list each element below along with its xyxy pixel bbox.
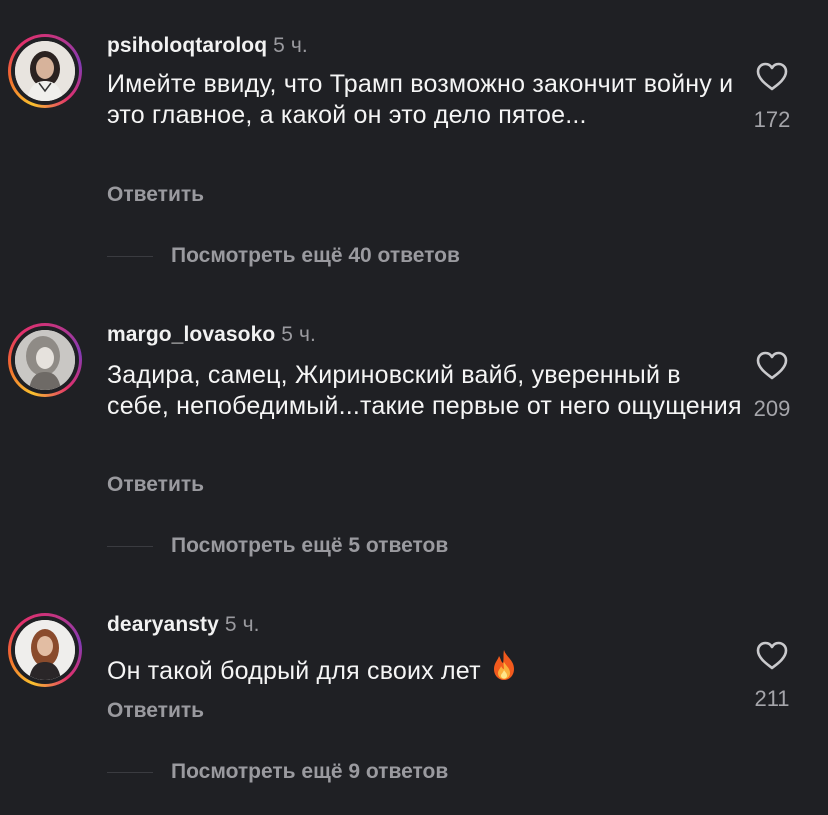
like-button[interactable]: 209 (746, 350, 798, 422)
comment-text-body: Он такой бодрый для своих лет (107, 657, 481, 685)
fire-emoji-icon (493, 650, 514, 680)
view-replies-label: Посмотреть ещё 9 ответов (171, 760, 449, 783)
avatar[interactable] (15, 330, 75, 390)
reply-button[interactable]: Ответить (107, 699, 204, 723)
avatar[interactable] (15, 41, 75, 101)
username[interactable]: margo_lovasoko (107, 323, 275, 346)
divider-line (107, 545, 153, 547)
heart-icon[interactable] (755, 640, 789, 670)
comment-author[interactable]: margo_lovasoko 5 ч. (107, 323, 316, 347)
divider-line (107, 771, 153, 773)
view-replies-button[interactable]: Посмотреть ещё 5 ответов (107, 533, 448, 559)
like-button[interactable]: 211 (746, 640, 798, 712)
avatar-story-ring[interactable] (8, 323, 82, 397)
reply-button[interactable]: Ответить (107, 183, 204, 207)
avatar-image (15, 330, 75, 390)
like-button[interactable]: 172 (746, 61, 798, 133)
view-replies-button[interactable]: Посмотреть ещё 9 ответов (107, 759, 448, 785)
comment-text: Он такой бодрый для своих лет (107, 648, 747, 687)
view-replies-label: Посмотреть ещё 40 ответов (171, 244, 460, 267)
timestamp: 5 ч. (281, 323, 316, 346)
timestamp: 5 ч. (224, 613, 260, 636)
view-replies-button[interactable]: Посмотреть ещё 40 ответов (107, 243, 460, 269)
like-count: 209 (753, 396, 791, 421)
comment-text: Задира, самец, Жириновский вайб, уверенн… (107, 361, 742, 420)
username[interactable]: dearyansty (107, 613, 219, 636)
username[interactable]: psiholoqtaroloq (107, 34, 267, 57)
avatar[interactable] (15, 620, 75, 680)
divider-line (107, 255, 153, 257)
avatar-story-ring[interactable] (8, 34, 82, 108)
heart-icon[interactable] (755, 350, 789, 380)
comment-author[interactable]: psiholoqtaroloq 5 ч. (107, 34, 308, 58)
comment-author[interactable]: dearyansty 5 ч. (107, 613, 260, 637)
like-count: 172 (753, 107, 791, 132)
avatar-image (15, 41, 75, 101)
avatar-image (15, 620, 75, 680)
view-replies-label: Посмотреть ещё 5 ответов (171, 534, 449, 557)
avatar-story-ring[interactable] (8, 613, 82, 687)
heart-icon[interactable] (755, 61, 789, 91)
reply-button[interactable]: Ответить (107, 473, 204, 497)
timestamp: 5 ч. (273, 34, 308, 57)
like-count: 211 (754, 686, 790, 711)
comment-text: Имейте ввиду, что Трамп возможно закончи… (107, 70, 734, 129)
